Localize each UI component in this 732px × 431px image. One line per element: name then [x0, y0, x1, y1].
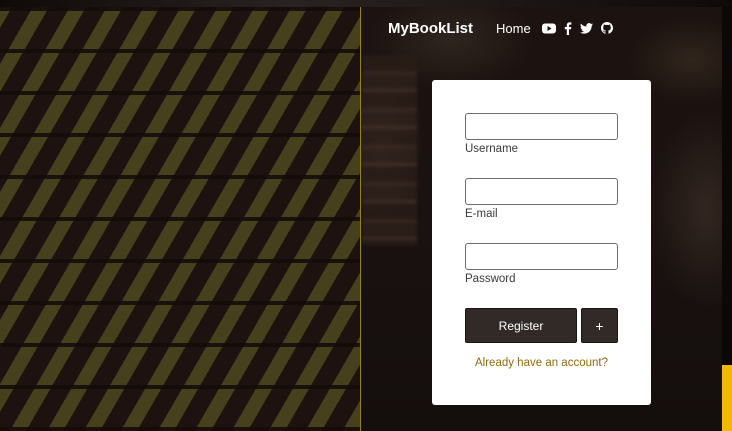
- username-input[interactable]: [465, 113, 618, 140]
- password-field-group: Password: [465, 243, 618, 285]
- register-button[interactable]: Register: [465, 308, 577, 343]
- brand-link[interactable]: MyBookList: [388, 20, 473, 37]
- password-label: Password: [465, 273, 516, 285]
- add-button[interactable]: +: [581, 308, 618, 343]
- twitter-icon[interactable]: [579, 22, 593, 34]
- username-label: Username: [465, 143, 519, 155]
- background-books: [362, 55, 417, 245]
- facebook-icon[interactable]: [564, 21, 572, 35]
- accent-bar: [722, 365, 732, 431]
- register-card: Username E-mail Password Register + Alre…: [432, 80, 651, 405]
- youtube-icon[interactable]: [541, 23, 556, 34]
- email-label: E-mail: [465, 208, 498, 220]
- github-icon[interactable]: [600, 22, 613, 34]
- username-field-group: Username: [465, 113, 618, 155]
- pattern-panel: [0, 0, 361, 431]
- password-input[interactable]: [465, 243, 618, 270]
- home-link[interactable]: Home: [496, 21, 531, 36]
- login-link[interactable]: Already have an account?: [432, 357, 651, 369]
- navbar: MyBookList Home: [388, 17, 621, 39]
- top-strip: [0, 0, 732, 7]
- email-field-group: E-mail: [465, 178, 618, 220]
- email-input[interactable]: [465, 178, 618, 205]
